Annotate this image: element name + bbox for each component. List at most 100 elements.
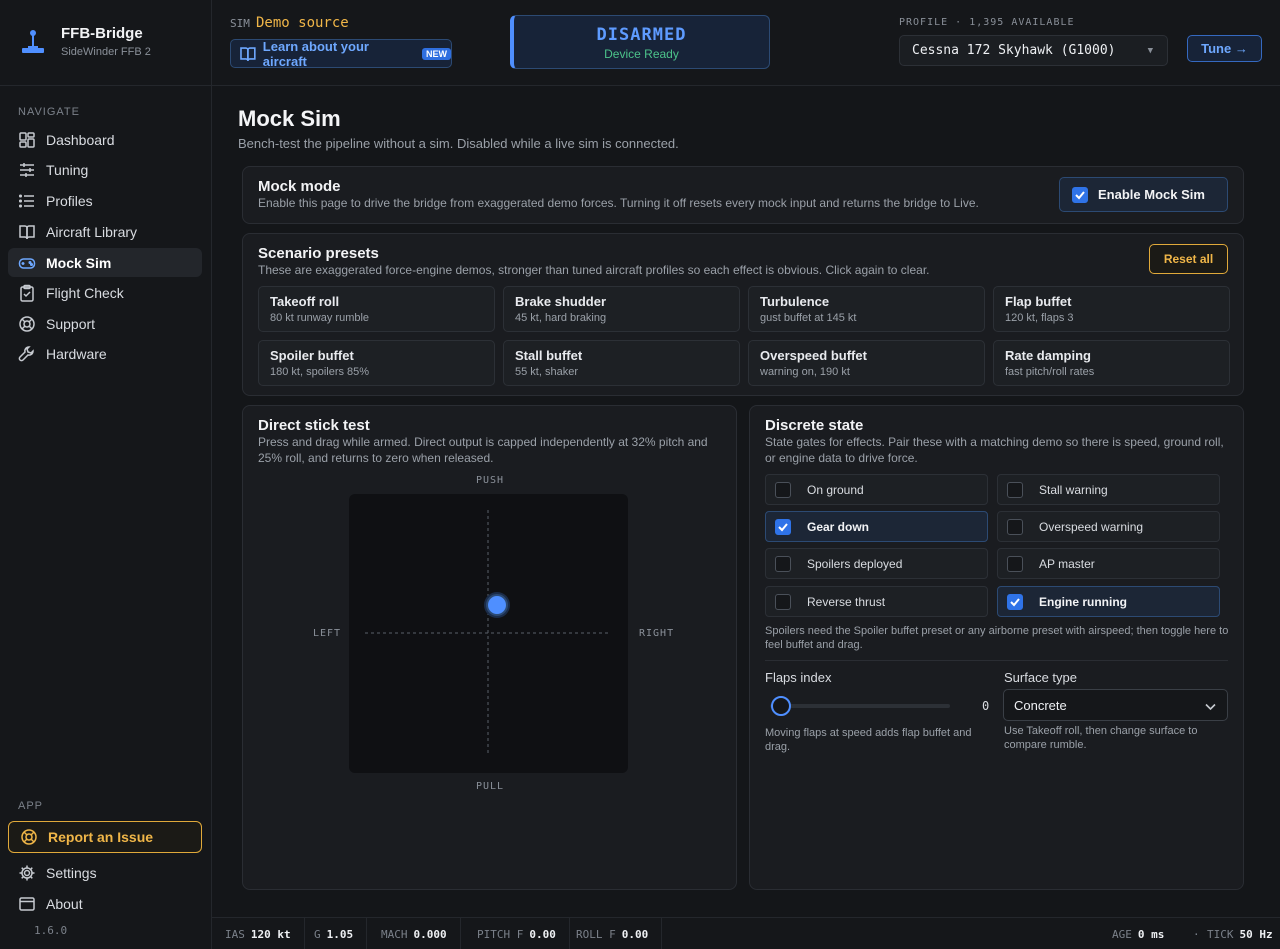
presets-desc: These are exaggerated force-engine demos… — [258, 263, 930, 277]
state-label: AP master — [1039, 556, 1095, 571]
sliders-icon — [20, 162, 34, 177]
preset-desc: 180 kt, spoilers 85% — [270, 366, 370, 378]
arm-status-panel[interactable]: DISARMED Device Ready — [510, 15, 770, 69]
sidebar-item-aircraft-library[interactable]: Aircraft Library — [8, 217, 202, 246]
surface-label: Surface type — [1004, 670, 1077, 685]
discrete-state-panel: Discrete state State gates for effects. … — [749, 405, 1244, 890]
list-icon — [18, 193, 34, 208]
state-gear-down[interactable]: Gear down — [765, 511, 988, 542]
checkbox[interactable] — [775, 593, 791, 610]
checkbox[interactable] — [1007, 555, 1023, 572]
stat-label: TICK — [1207, 927, 1234, 941]
sidebar-item-about[interactable]: About — [8, 889, 202, 918]
sidebar-item-label: Profiles — [46, 192, 93, 209]
state-spoilers-deployed[interactable]: Spoilers deployed — [765, 548, 988, 579]
lifebuoy-icon — [21, 829, 37, 845]
state-overspeed-warning[interactable]: Overspeed warning — [997, 511, 1220, 542]
sidebar-item-profiles[interactable]: Profiles — [8, 186, 202, 215]
checkbox[interactable] — [1007, 518, 1023, 535]
axis-left-label: LEFT — [313, 628, 342, 639]
learn-aircraft-button[interactable]: Learn about your aircraft NEW — [230, 38, 452, 69]
stick-pad[interactable] — [349, 494, 628, 773]
checkbox[interactable] — [775, 555, 791, 572]
flaps-slider-track[interactable] — [770, 704, 950, 708]
discrete-desc: State gates for effects. Pair these with… — [765, 435, 1224, 465]
wrench-icon — [18, 345, 34, 361]
state-engine-running[interactable]: Engine running — [997, 586, 1220, 617]
preset-rate-damping[interactable]: Rate damping fast pitch/roll rates — [993, 340, 1230, 386]
stat-ias: IAS 120 kt — [212, 918, 305, 949]
check-icon — [1010, 597, 1020, 606]
preset-stall-buffet[interactable]: Stall buffet 55 kt, shaker — [503, 340, 740, 386]
presets-title: Scenario presets — [258, 245, 379, 262]
preset-overspeed-buffet[interactable]: Overspeed buffet warning on, 190 kt — [748, 340, 985, 386]
stat-value: 120 kt — [250, 927, 291, 941]
window-icon — [19, 896, 35, 911]
mock-mode-desc: Enable this page to drive the bridge fro… — [258, 196, 979, 210]
enable-mock-checkbox[interactable] — [1072, 186, 1088, 203]
sidebar-item-label: Mock Sim — [46, 254, 112, 271]
axis-push-label: PUSH — [476, 475, 505, 486]
profile-select[interactable]: Cessna 172 Skyhawk (G1000) ▼ — [899, 35, 1168, 66]
state-reverse-thrust[interactable]: Reverse thrust — [765, 586, 988, 617]
joystick-logo-icon — [22, 30, 44, 53]
reset-all-button[interactable]: Reset all — [1149, 244, 1228, 274]
flaps-slider-thumb[interactable] — [771, 696, 791, 716]
state-label: Reverse thrust — [807, 594, 886, 609]
preset-takeoff-roll[interactable]: Takeoff roll 80 kt runway rumble — [258, 286, 495, 332]
state-on-ground[interactable]: On ground — [765, 474, 988, 505]
stick-desc: Press and drag while armed. Direct outpu… — [258, 435, 708, 465]
sidebar-item-mock-sim[interactable]: Mock Sim — [8, 248, 202, 277]
state-label: Engine running — [1039, 594, 1127, 609]
checkbox[interactable] — [1007, 593, 1023, 610]
sidebar-item-label: Tuning — [46, 161, 89, 178]
check-icon — [1075, 190, 1085, 199]
sidebar-item-support[interactable]: Support — [8, 309, 202, 338]
preset-desc: gust buffet at 145 kt — [760, 312, 857, 324]
app-heading: APP — [18, 800, 44, 812]
preset-desc: 45 kt, hard braking — [515, 312, 607, 324]
preset-turbulence[interactable]: Turbulence gust buffet at 145 kt — [748, 286, 985, 332]
checkbox[interactable] — [1007, 481, 1023, 498]
sidebar-item-label: Aircraft Library — [46, 223, 138, 240]
preset-brake-shudder[interactable]: Brake shudder 45 kt, hard braking — [503, 286, 740, 332]
sidebar-item-hardware[interactable]: Hardware — [8, 339, 202, 368]
pad-crosshair — [365, 510, 611, 756]
clipboard-check-icon — [20, 284, 34, 302]
tune-button[interactable]: Tune → — [1187, 35, 1262, 62]
preset-name: Rate damping — [1005, 348, 1091, 363]
stat-age: AGE 0 ms — [1112, 918, 1164, 949]
sidebar-item-dashboard[interactable]: Dashboard — [8, 125, 202, 154]
state-label: Spoilers deployed — [807, 556, 903, 571]
state-stall-warning[interactable]: Stall warning — [997, 474, 1220, 505]
arm-status: DISARMED — [596, 25, 687, 45]
mock-mode-panel: Mock mode Enable this page to drive the … — [242, 166, 1244, 224]
new-badge: NEW — [422, 47, 451, 60]
stat-pitch-force: PITCH F 0.00 — [464, 918, 570, 949]
stat-value: 1.05 — [326, 927, 354, 941]
spoilers-note: Spoilers need the Spoiler buffet preset … — [765, 625, 1229, 651]
sidebar-item-label: Hardware — [46, 345, 107, 362]
stat-value: 0.000 — [413, 927, 447, 941]
checkbox[interactable] — [775, 518, 791, 535]
brand-title: FFB-Bridge — [61, 25, 143, 42]
sidebar-item-flight-check[interactable]: Flight Check — [8, 278, 202, 307]
sidebar-item-tuning[interactable]: Tuning — [8, 155, 202, 184]
state-ap-master[interactable]: AP master — [997, 548, 1220, 579]
stat-label: MACH — [381, 927, 408, 941]
enable-mock-sim-toggle[interactable]: Enable Mock Sim — [1059, 177, 1228, 212]
sidebar-item-label: Flight Check — [46, 284, 124, 301]
chevron-down-icon: ▼ — [1147, 45, 1153, 56]
preset-desc: warning on, 190 kt — [760, 366, 850, 378]
report-issue-button[interactable]: Report an Issue — [8, 821, 202, 853]
checkbox[interactable] — [775, 481, 791, 498]
surface-value: Concrete — [1014, 697, 1067, 713]
surface-select[interactable]: Concrete — [1003, 689, 1228, 721]
stat-value: 0 ms — [1137, 927, 1165, 941]
learn-aircraft-label: Learn about your aircraft — [262, 38, 369, 69]
sidebar-item-settings[interactable]: Settings — [8, 858, 202, 887]
sim-label: SIM — [230, 17, 250, 30]
preset-spoiler-buffet[interactable]: Spoiler buffet 180 kt, spoilers 85% — [258, 340, 495, 386]
stat-g: G 1.05 — [301, 918, 368, 949]
preset-flap-buffet[interactable]: Flap buffet 120 kt, flaps 3 — [993, 286, 1230, 332]
